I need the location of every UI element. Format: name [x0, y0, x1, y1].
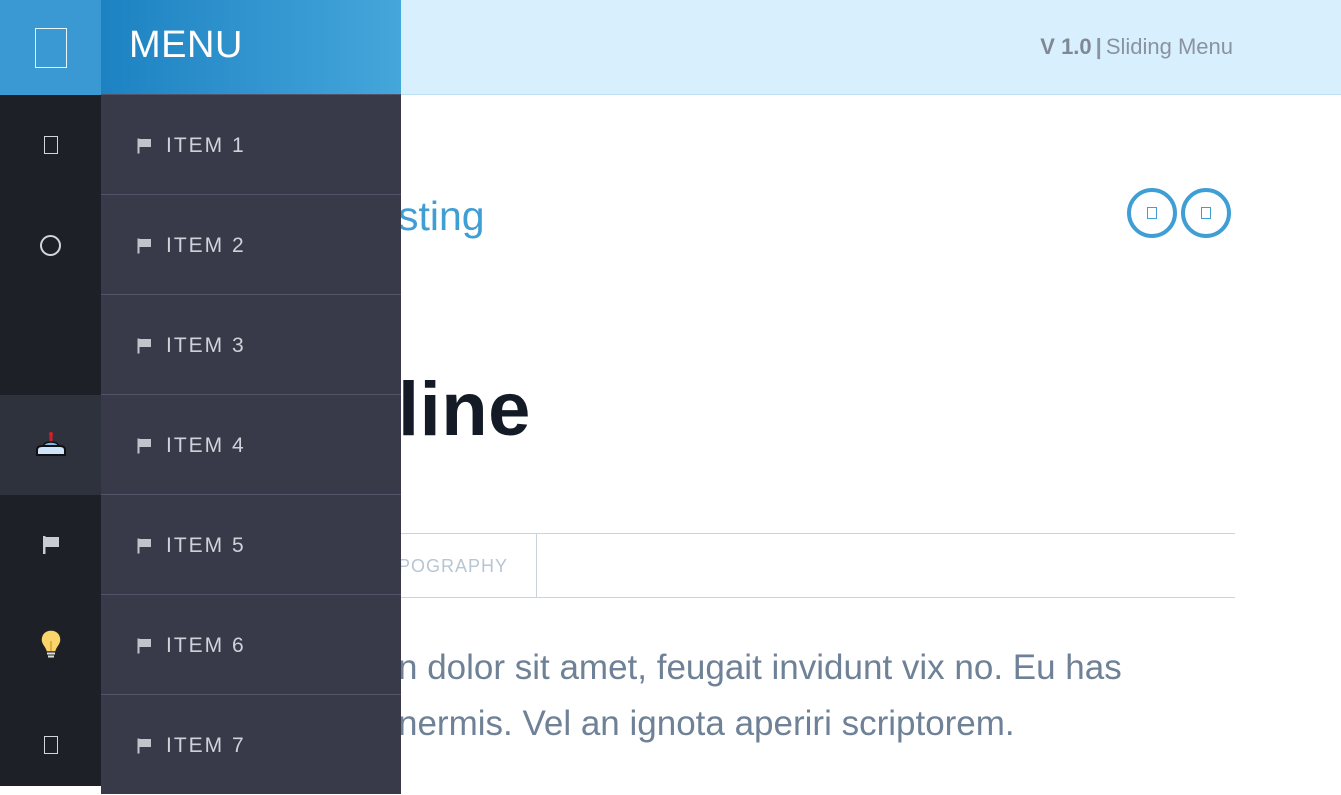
menu-item-6[interactable]: ITEM 6 — [101, 594, 401, 694]
menu-toggle-button[interactable] — [0, 0, 101, 95]
share-icon — [1147, 207, 1157, 219]
rail-item-6[interactable] — [0, 595, 101, 695]
menu-box-icon — [34, 27, 67, 68]
app-name: Sliding Menu — [1105, 34, 1233, 59]
flag-icon — [137, 138, 151, 154]
icon-rail — [0, 0, 101, 786]
menu-item-3[interactable]: ITEM 3 — [101, 294, 401, 394]
rail-item-3[interactable] — [0, 295, 101, 395]
tab-typography[interactable]: POGRAPHY — [398, 556, 508, 577]
menu-item-7[interactable]: ITEM 7 — [101, 694, 401, 794]
tab-divider — [536, 534, 537, 598]
version-info: V 1.0 | Sliding Menu — [1040, 34, 1233, 60]
rail-item-4[interactable] — [0, 395, 101, 495]
menu-item-label: ITEM 6 — [166, 634, 246, 657]
body-line-2: nermis. Vel an ignota aperiri scriptorem… — [398, 704, 1015, 743]
flag-icon — [137, 638, 151, 654]
square-icon — [43, 736, 58, 754]
rail-item-2[interactable] — [0, 195, 101, 295]
menu-title: MENU — [129, 24, 243, 66]
flag-icon — [137, 238, 151, 254]
menu-item-label: ITEM 7 — [166, 734, 246, 757]
flag-icon — [42, 536, 59, 554]
lightbulb-icon — [39, 629, 62, 659]
menu-item-1[interactable]: ITEM 1 — [101, 94, 401, 194]
flag-icon — [137, 538, 151, 554]
flag-icon — [137, 738, 151, 754]
menu-item-4[interactable]: ITEM 4 — [101, 394, 401, 494]
rail-item-1[interactable] — [0, 95, 101, 195]
square-icon — [43, 136, 58, 154]
joystick-icon — [35, 432, 66, 456]
post-title-link[interactable]: sting — [398, 193, 485, 240]
menu-item-2[interactable]: ITEM 2 — [101, 194, 401, 294]
sliding-menu-panel: MENU ITEM 1 ITEM 2 ITEM 3 ITEM 4 ITEM 5 … — [101, 0, 401, 794]
bookmark-button[interactable] — [1181, 188, 1231, 238]
menu-item-label: ITEM 3 — [166, 334, 246, 357]
body-line-1: n dolor sit amet, feugait invidunt vix n… — [398, 648, 1122, 687]
menu-item-label: ITEM 1 — [166, 134, 246, 157]
flag-icon — [137, 338, 151, 354]
menu-item-5[interactable]: ITEM 5 — [101, 494, 401, 594]
rail-item-7[interactable] — [0, 695, 101, 795]
circle-icon — [40, 234, 61, 256]
flag-icon — [137, 438, 151, 454]
bookmark-icon — [1201, 207, 1211, 219]
rail-item-5[interactable] — [0, 495, 101, 595]
menu-item-label: ITEM 4 — [166, 434, 246, 457]
menu-item-label: ITEM 2 — [166, 234, 246, 257]
body-paragraph: n dolor sit amet, feugait invidunt vix n… — [398, 640, 1238, 752]
version-number: V 1.0 — [1040, 34, 1092, 59]
share-button[interactable] — [1127, 188, 1177, 238]
menu-item-label: ITEM 5 — [166, 534, 246, 557]
version-separator: | — [1095, 34, 1102, 59]
menu-header: MENU — [101, 0, 401, 95]
content-tabs: POGRAPHY — [398, 533, 1235, 598]
page-headline: line — [398, 367, 531, 452]
